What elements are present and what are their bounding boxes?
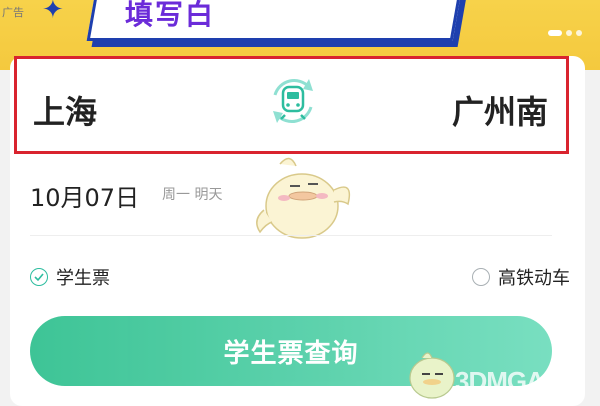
travel-date[interactable]: 10月07日 — [30, 184, 139, 212]
high-speed-option[interactable]: 高铁动车 — [472, 264, 570, 290]
student-ticket-option[interactable]: 学生票 — [30, 264, 110, 290]
travel-weekday: 周一 明天 — [162, 187, 223, 203]
departure-city[interactable]: 上海 — [33, 87, 97, 133]
carousel-dot-active — [548, 30, 562, 36]
train-swap-icon[interactable] — [265, 73, 321, 129]
watermark-mascot-icon — [402, 346, 462, 402]
carousel-dot — [566, 30, 572, 36]
watermark-text: 3DMGAME — [455, 366, 582, 396]
route-selector: 上海 广州南 — [14, 56, 569, 154]
mascot-illustration — [250, 150, 360, 242]
ad-badge: 广告 — [2, 4, 24, 20]
checkbox-checked-icon[interactable] — [30, 268, 48, 286]
ad-banner-headline: 填写白 — [125, 0, 216, 31]
student-ticket-label: 学生票 — [56, 268, 110, 289]
divider — [30, 235, 552, 236]
carousel-indicator — [548, 30, 582, 36]
high-speed-label: 高铁动车 — [498, 268, 570, 289]
sparkle-icon: ✦ — [42, 0, 64, 25]
carousel-dot — [576, 30, 582, 36]
ad-label: 广告 — [2, 6, 24, 19]
checkbox-unchecked-icon[interactable] — [472, 268, 490, 286]
date-selector[interactable]: 10月07日 周一 明天 — [30, 178, 222, 213]
arrival-city[interactable]: 广州南 — [452, 87, 548, 133]
